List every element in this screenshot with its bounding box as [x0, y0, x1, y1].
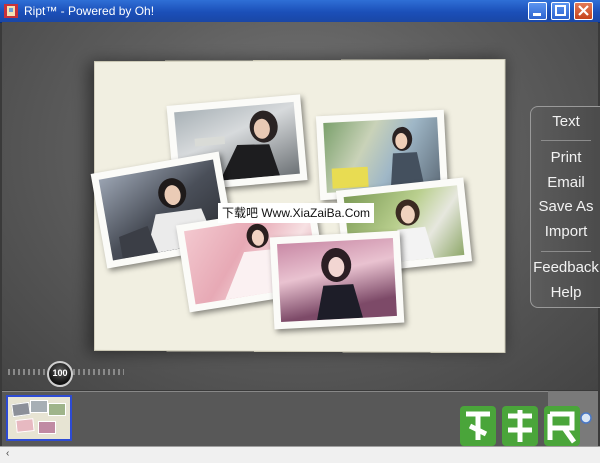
- menu-email[interactable]: Email: [531, 174, 600, 191]
- menu-save-as[interactable]: Save As: [531, 198, 600, 215]
- menu-divider: [541, 140, 591, 141]
- collage-thumbnail[interactable]: [6, 395, 72, 441]
- status-bar: ‹: [0, 446, 600, 463]
- app-icon: [4, 4, 18, 18]
- photo-subject: [317, 248, 364, 321]
- collage-photo-6[interactable]: [269, 230, 405, 330]
- title-bar: Ript™ - Powered by Oh!: [0, 0, 600, 23]
- thumbnail-photo: [38, 421, 56, 434]
- zoom-value: 100: [52, 368, 68, 378]
- menu-feedback[interactable]: Feedback: [531, 259, 600, 276]
- minimize-icon: [533, 13, 541, 16]
- menu-import[interactable]: Import: [531, 223, 600, 240]
- menu-print[interactable]: Print: [531, 149, 600, 166]
- close-icon: [578, 5, 589, 16]
- watermark-text: 下载吧 Www.XiaZaiBa.Com: [218, 203, 375, 223]
- thumbnail-photo: [30, 400, 48, 413]
- thumbnail-photo: [48, 403, 66, 416]
- window-title: Ript™ - Powered by Oh!: [24, 4, 155, 18]
- menu-help[interactable]: Help: [531, 284, 600, 301]
- maximize-icon: [555, 5, 566, 16]
- menu-text[interactable]: Text: [531, 113, 600, 130]
- close-button[interactable]: [574, 2, 593, 20]
- menu-divider: [541, 251, 591, 252]
- side-menu: Text Print Email Save As Import Feedback…: [530, 106, 600, 308]
- zoom-slider-knob[interactable]: 100: [47, 361, 73, 387]
- maximize-button[interactable]: [551, 2, 570, 20]
- thumbnail-photo: [11, 401, 31, 418]
- status-text: ‹: [6, 448, 10, 459]
- thumbnail-photo: [15, 418, 35, 433]
- minimize-button[interactable]: [528, 2, 547, 20]
